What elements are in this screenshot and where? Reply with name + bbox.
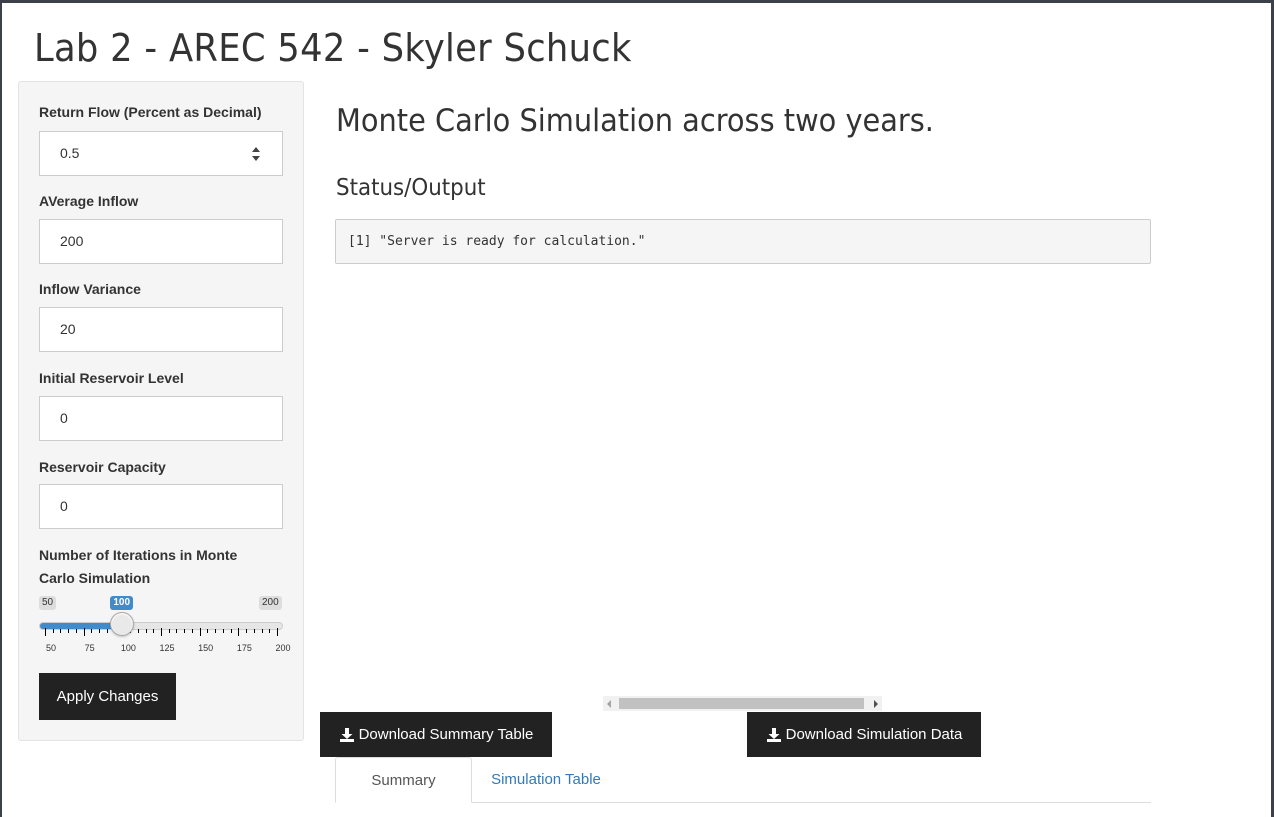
horizontal-scrollbar[interactable] xyxy=(603,696,882,711)
download-summary-button[interactable]: Download Summary Table xyxy=(320,712,552,757)
slider-minor-tick xyxy=(137,629,139,633)
slider-minor-tick xyxy=(184,629,186,633)
sidebar-panel: Return Flow (Percent as Decimal) 0.5 AVe… xyxy=(18,81,304,741)
initial-reservoir-value: 0 xyxy=(60,410,68,426)
slider-minor-tick xyxy=(153,629,155,633)
return-flow-label: Return Flow (Percent as Decimal) xyxy=(39,104,262,120)
slider-major-tick xyxy=(45,628,46,636)
slider-tick-label: 125 xyxy=(159,643,175,653)
slider-major-tick xyxy=(161,628,162,636)
iterations-label-line1: Number of Iterations in Monte xyxy=(39,547,238,563)
slider-major-tick xyxy=(277,628,278,636)
slider-minor-tick xyxy=(207,629,209,633)
slider-minor-tick xyxy=(52,629,54,633)
slider-tick-label: 200 xyxy=(275,643,291,653)
apply-changes-button[interactable]: Apply Changes xyxy=(39,673,176,720)
tab-summary-table[interactable]: Summary Table xyxy=(335,757,472,803)
download-icon xyxy=(766,727,782,743)
slider-major-tick xyxy=(238,628,240,636)
status-heading: Status/Output xyxy=(336,175,486,201)
reservoir-capacity-label: Reservoir Capacity xyxy=(39,459,166,475)
number-spinner-icon[interactable] xyxy=(252,147,260,161)
initial-reservoir-input[interactable]: 0 xyxy=(39,396,283,441)
inflow-variance-input[interactable]: 20 xyxy=(39,307,283,352)
slider-minor-tick xyxy=(246,629,248,633)
app-title: Lab 2 - AREC 542 - Skyler Schuck xyxy=(34,26,632,70)
scrollbar-thumb[interactable] xyxy=(619,698,864,709)
slider-major-tick xyxy=(199,628,201,636)
slider-minor-tick xyxy=(176,629,178,633)
slider-max-badge: 200 xyxy=(259,596,282,610)
main-heading: Monte Carlo Simulation across two years. xyxy=(336,103,934,139)
slider-min-badge: 50 xyxy=(39,596,57,610)
inflow-variance-value: 20 xyxy=(60,321,76,337)
iterations-label-line2: Carlo Simulation xyxy=(39,570,151,586)
slider-tick-label: 100 xyxy=(120,643,136,653)
slider-minor-tick xyxy=(75,629,77,633)
slider-minor-tick xyxy=(253,629,255,633)
slider-tick-label: 75 xyxy=(84,643,95,653)
status-output-box: [1] "Server is ready for calculation." xyxy=(335,219,1151,264)
slider-tick-label: 175 xyxy=(236,643,252,653)
initial-reservoir-label: Initial Reservoir Level xyxy=(39,370,184,386)
return-flow-value: 0.5 xyxy=(60,145,80,161)
average-inflow-value: 200 xyxy=(60,233,84,249)
slider-tick-label: 150 xyxy=(198,643,214,653)
tab-simulation-table[interactable]: Simulation Table xyxy=(475,757,617,803)
slider-minor-tick xyxy=(168,629,170,633)
slider-minor-tick xyxy=(68,629,70,633)
average-inflow-label: AVerage Inflow xyxy=(39,193,139,209)
slider-minor-tick xyxy=(91,629,93,633)
slider-minor-tick xyxy=(106,629,108,633)
slider-tick-label: 50 xyxy=(45,643,57,653)
slider-minor-tick xyxy=(222,629,224,633)
results-tabs: Summary Table Simulation Table xyxy=(335,757,1151,803)
slider-minor-tick xyxy=(99,629,101,633)
window-frame-top xyxy=(0,0,1274,3)
slider-major-tick xyxy=(83,628,85,636)
slider-minor-tick xyxy=(230,629,232,633)
slider-minor-tick xyxy=(261,629,263,633)
reservoir-capacity-value: 0 xyxy=(60,498,68,514)
slider-minor-tick xyxy=(145,629,147,633)
download-summary-label: Download Summary Table xyxy=(358,726,534,743)
slider-value-badge: 100 xyxy=(110,596,134,610)
inflow-variance-label: Inflow Variance xyxy=(39,281,141,297)
download-simulation-label: Download Simulation Data xyxy=(785,726,963,743)
slider-minor-tick xyxy=(191,629,193,633)
window-frame-left xyxy=(0,0,2,817)
reservoir-capacity-input[interactable]: 0 xyxy=(39,484,283,529)
scroll-left-icon[interactable] xyxy=(607,700,611,708)
slider-minor-tick xyxy=(269,629,271,633)
return-flow-input[interactable]: 0.5 xyxy=(39,131,283,176)
scroll-right-icon[interactable] xyxy=(874,700,878,708)
average-inflow-input[interactable]: 200 xyxy=(39,219,283,264)
download-icon xyxy=(339,727,355,743)
slider-minor-tick xyxy=(60,629,62,633)
download-simulation-button[interactable]: Download Simulation Data xyxy=(747,712,981,757)
slider-minor-tick xyxy=(215,629,217,633)
